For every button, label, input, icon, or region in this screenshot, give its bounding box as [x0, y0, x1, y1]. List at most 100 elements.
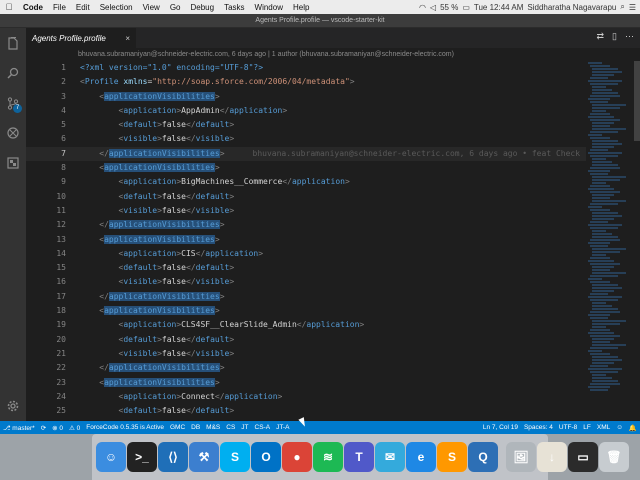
search-icon[interactable]	[0, 60, 26, 86]
downloads-icon[interactable]: ↓	[537, 442, 567, 472]
menu-tasks[interactable]: Tasks	[219, 3, 249, 12]
tab-agents-profile[interactable]: Agents Profile.profile ×	[26, 28, 136, 48]
code-text[interactable]: </applicationVisibilities> bhuvana.subram…	[80, 147, 580, 161]
code-text[interactable]: <visible>false</visible>	[80, 204, 235, 218]
menu-selection[interactable]: Selection	[95, 3, 138, 12]
code-text[interactable]: </applicationVisibilities>	[80, 290, 225, 304]
indentation[interactable]: Spaces: 4	[521, 424, 556, 431]
code-text[interactable]: <visible>false</visible>	[80, 275, 235, 289]
code-line[interactable]: 8 <applicationVisibilities>	[26, 161, 586, 175]
code-line[interactable]: 17 </applicationVisibilities>	[26, 290, 586, 304]
line-number[interactable]: 5	[26, 118, 66, 132]
chrome-icon[interactable]: ●	[282, 442, 312, 472]
line-number[interactable]: 7	[26, 147, 66, 161]
status-cs-a[interactable]: CS-A	[252, 424, 274, 431]
code-text[interactable]: <application>BigMachines__Commerce</appl…	[80, 175, 350, 189]
minimap[interactable]	[586, 61, 634, 421]
clock[interactable]: Tue 12:44 AM	[474, 3, 524, 12]
spotify-icon[interactable]: ≋	[313, 442, 343, 472]
messages-icon[interactable]: ✉	[375, 442, 405, 472]
status-cs[interactable]: CS	[223, 424, 238, 431]
code-line[interactable]: 25 <default>false</default>	[26, 404, 586, 418]
code-text[interactable]: <application>Connect</application>	[80, 390, 283, 404]
status-db[interactable]: DB	[188, 424, 203, 431]
screen-icon[interactable]: ▭	[568, 442, 598, 472]
line-number[interactable]: 13	[26, 233, 66, 247]
code-line[interactable]: 15 <default>false</default>	[26, 261, 586, 275]
code-line[interactable]: 22 </applicationVisibilities>	[26, 361, 586, 375]
code-text[interactable]: <default>false</default>	[80, 261, 235, 275]
code-text[interactable]: <application>CLS4SF__ClearSlide_Admin</a…	[80, 318, 365, 332]
code-line[interactable]: 7 </applicationVisibilities> bhuvana.subr…	[26, 146, 586, 162]
encoding[interactable]: UTF-8	[556, 424, 580, 431]
codelens-blame[interactable]: bhuvana.subramaniyan@schneider-electric.…	[26, 48, 640, 61]
quicktime-icon[interactable]: Q	[468, 442, 498, 472]
line-number[interactable]: 1	[26, 61, 66, 75]
line-number[interactable]: 10	[26, 190, 66, 204]
line-number[interactable]: 19	[26, 318, 66, 332]
branch-status[interactable]: ⎇ master*	[0, 424, 38, 432]
code-editor[interactable]: 1 <?xml version="1.0" encoding="UTF-8"?> 2…	[26, 61, 586, 421]
ie-icon[interactable]: e	[406, 442, 436, 472]
code-line[interactable]: 18 <applicationVisibilities>	[26, 304, 586, 318]
settings-icon[interactable]	[0, 393, 26, 419]
trash-icon[interactable]: 🗑	[599, 442, 629, 472]
menu-go[interactable]: Go	[165, 3, 186, 12]
code-text[interactable]: <applicationVisibilities>	[80, 376, 220, 390]
code-line[interactable]: 14 <application>CIS</application>	[26, 247, 586, 261]
close-icon[interactable]: ×	[125, 34, 130, 43]
code-text[interactable]: <application>CIS</application>	[80, 247, 264, 261]
teams-icon[interactable]: T	[344, 442, 374, 472]
status-jt[interactable]: JT	[238, 424, 251, 431]
code-line[interactable]: 9 <application>BigMachines__Commerce</ap…	[26, 175, 586, 189]
debug-icon[interactable]	[0, 120, 26, 146]
code-line[interactable]: 20 <default>false</default>	[26, 333, 586, 347]
battery-percent[interactable]: 55 %	[440, 3, 458, 12]
spotlight-icon[interactable]: ⌕	[620, 2, 624, 12]
line-number[interactable]: 22	[26, 361, 66, 375]
files-icon[interactable]	[0, 30, 26, 56]
line-number[interactable]: 12	[26, 218, 66, 232]
line-number[interactable]: 25	[26, 404, 66, 418]
code-text[interactable]: <applicationVisibilities>	[80, 90, 220, 104]
code-line[interactable]: 3 <applicationVisibilities>	[26, 90, 586, 104]
line-number[interactable]: 18	[26, 304, 66, 318]
sync-icon[interactable]: ⟳	[38, 424, 49, 432]
feedback-icon[interactable]: ☺	[613, 424, 626, 431]
preview-icon[interactable]: 🖼	[506, 442, 536, 472]
code-text[interactable]: <applicationVisibilities>	[80, 233, 220, 247]
code-text[interactable]: <default>false</default>	[80, 404, 235, 418]
code-text[interactable]: <Profile xmlns="http://soap.sforce.com/2…	[80, 75, 355, 89]
menu-window[interactable]: Window	[250, 3, 288, 12]
menu-edit[interactable]: Edit	[71, 3, 95, 12]
code-text[interactable]: <application>AppAdmin</application>	[80, 104, 288, 118]
status-gmc[interactable]: GMC	[167, 424, 188, 431]
extensions-icon[interactable]	[0, 150, 26, 176]
errors-count[interactable]: ⊗ 0	[49, 424, 66, 432]
menu-view[interactable]: View	[138, 3, 165, 12]
finder-icon[interactable]: ☺	[96, 442, 126, 472]
code-line[interactable]: 24 <application>Connect</application>	[26, 390, 586, 404]
notification-center-icon[interactable]: ☰	[629, 3, 636, 12]
menu-file[interactable]: File	[48, 3, 71, 12]
code-text[interactable]: <?xml version="1.0" encoding="UTF-8"?>	[80, 61, 263, 75]
line-number[interactable]: 17	[26, 290, 66, 304]
line-ending[interactable]: LF	[580, 424, 594, 431]
code-line[interactable]: 11 <visible>false</visible>	[26, 204, 586, 218]
line-number[interactable]: 3	[26, 90, 66, 104]
menu-help[interactable]: Help	[288, 3, 314, 12]
more-actions-icon[interactable]: ⋯	[625, 31, 634, 42]
wifi-icon[interactable]: ◠	[419, 3, 426, 12]
code-text[interactable]: <visible>false</visible>	[80, 347, 235, 361]
code-text[interactable]: <default>false</default>	[80, 190, 235, 204]
line-number[interactable]: 9	[26, 175, 66, 189]
split-editor-icon[interactable]: ▯	[612, 31, 617, 42]
outlook-icon[interactable]: O	[251, 442, 281, 472]
vscode-icon[interactable]: ⟨⟩	[158, 442, 188, 472]
line-number[interactable]: 24	[26, 390, 66, 404]
xcode-icon[interactable]: ⚒	[189, 442, 219, 472]
code-text[interactable]: <visible>false</visible>	[80, 132, 235, 146]
code-text[interactable]: <default>false</default>	[80, 333, 235, 347]
code-line[interactable]: 21 <visible>false</visible>	[26, 347, 586, 361]
skype-icon[interactable]: S	[220, 442, 250, 472]
